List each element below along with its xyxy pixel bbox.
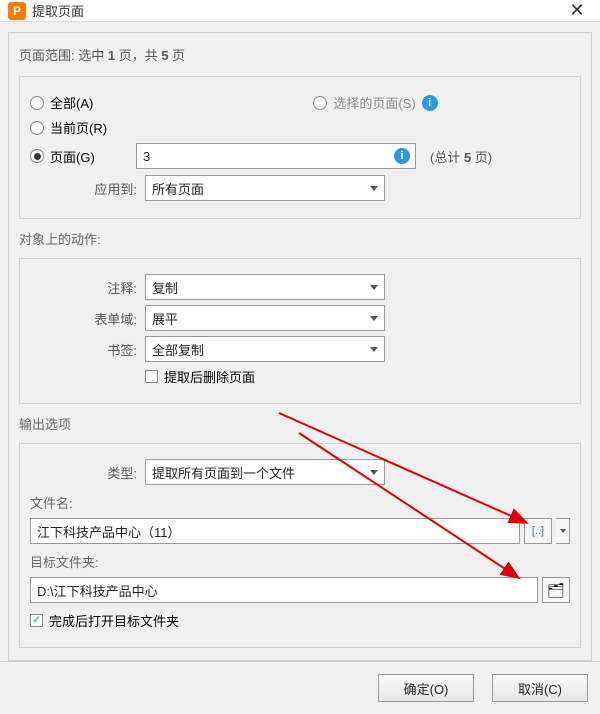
apply-to-select[interactable]: 所有页面 — [145, 175, 385, 201]
formfields-select[interactable]: 展平 — [145, 305, 385, 331]
folder-label: 目标文件夹: — [30, 552, 570, 571]
ok-button[interactable]: 确定(O) — [378, 674, 474, 702]
bookmarks-select[interactable]: 全部复制 — [145, 336, 385, 362]
actions-header: 对象上的动作: — [19, 227, 581, 254]
radio-pages[interactable] — [30, 149, 44, 163]
window-title: 提取页面 — [32, 1, 562, 20]
radio-current[interactable] — [30, 121, 44, 135]
output-header: 输出选项 — [19, 412, 581, 439]
radio-current-label: 当前页(R) — [50, 118, 107, 137]
type-label: 类型: — [30, 463, 145, 482]
radio-pages-label: 页面(G) — [50, 147, 136, 166]
delete-after-label: 提取后删除页面 — [164, 367, 255, 386]
folder-browse-button[interactable]: 🗂 — [542, 577, 570, 603]
radio-selected[interactable] — [313, 96, 327, 110]
page-range-summary: 页面范围: 选中 1 页，共 5 页 — [19, 41, 581, 72]
open-after-checkbox[interactable] — [30, 614, 43, 627]
folder-icon: 🗂 — [547, 582, 565, 599]
close-icon[interactable]: ✕ — [562, 0, 592, 21]
info-icon[interactable]: i — [422, 95, 438, 111]
delete-after-checkbox[interactable] — [145, 370, 158, 383]
cancel-button[interactable]: 取消(C) — [492, 674, 588, 702]
folder-input[interactable]: D:\江下科技产品中心 — [30, 577, 538, 603]
pages-input[interactable]: 3 i — [136, 143, 416, 169]
filename-label: 文件名: — [30, 493, 570, 512]
filename-browse-button[interactable]: [..] — [524, 518, 552, 544]
filename-input[interactable]: 江下科技产品中心（11） — [30, 518, 520, 544]
annotations-select[interactable]: 复制 — [145, 274, 385, 300]
filename-dropdown-button[interactable] — [556, 518, 570, 544]
annotations-label: 注释: — [30, 278, 145, 297]
info-icon[interactable]: i — [394, 148, 410, 164]
type-select[interactable]: 提取所有页面到一个文件 — [145, 459, 385, 485]
bookmarks-label: 书签: — [30, 340, 145, 359]
radio-selected-label: 选择的页面(S) — [333, 93, 415, 112]
total-pages-text: (总计 5 页) — [430, 147, 492, 166]
app-icon: P — [8, 2, 26, 20]
radio-all-label: 全部(A) — [50, 93, 93, 112]
radio-all[interactable] — [30, 96, 44, 110]
open-after-label: 完成后打开目标文件夹 — [49, 611, 179, 630]
apply-to-label: 应用到: — [30, 179, 145, 198]
formfields-label: 表单域: — [30, 309, 145, 328]
